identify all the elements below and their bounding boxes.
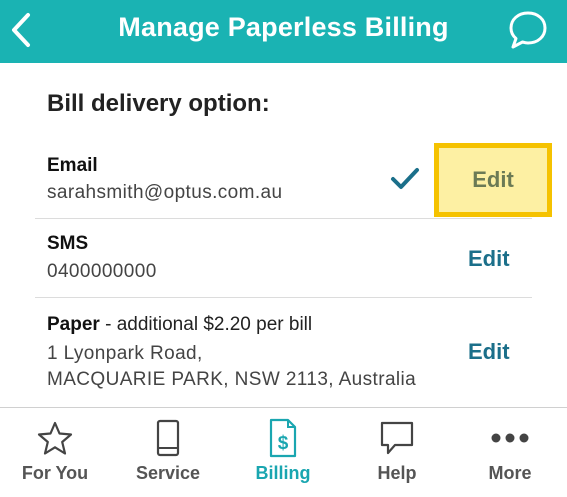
sms-option-title: SMS — [47, 233, 89, 254]
more-dots-icon — [491, 433, 529, 443]
section-title: Bill delivery option: — [47, 90, 270, 117]
nav-label-help: Help — [377, 463, 417, 483]
nav-label-for-you: For You — [21, 463, 89, 483]
paper-title-label: Paper — [47, 314, 100, 335]
paper-address-line2: MACQUARIE PARK, NSW 2113, Australia — [47, 369, 417, 390]
page-title: Manage Paperless Billing — [118, 12, 449, 42]
bill-dollar-icon: $ — [269, 418, 297, 458]
star-icon — [37, 421, 73, 455]
paper-option-row: Paper - additional $2.20 per bill 1 Lyon… — [35, 298, 532, 398]
nav-item-service[interactable]: Service — [113, 408, 223, 497]
help-bubble-icon — [380, 421, 414, 455]
paper-option-title: Paper - additional $2.20 per bill — [47, 314, 312, 336]
sms-number: 0400000000 — [47, 261, 157, 282]
nav-label-billing: Billing — [255, 463, 311, 483]
email-option-title: Email — [47, 155, 98, 176]
email-edit-button[interactable]: Edit — [434, 143, 552, 217]
paper-edit-button[interactable]: Edit — [468, 339, 510, 365]
checkmark-icon — [391, 168, 419, 189]
bottom-nav: For You Service $ Billing Help More — [0, 407, 567, 497]
nav-label-more: More — [488, 463, 532, 483]
phone-icon — [156, 419, 180, 457]
chat-bubble-icon — [509, 11, 547, 49]
app-header: Manage Paperless Billing — [0, 0, 567, 63]
nav-item-billing[interactable]: $ Billing — [228, 408, 338, 497]
email-edit-label: Edit — [472, 167, 514, 192]
sms-option-row: SMS 0400000000 Edit — [35, 219, 532, 298]
nav-label-service: Service — [135, 463, 201, 483]
paper-fee-note: - additional $2.20 per bill — [99, 314, 313, 335]
chat-button[interactable] — [505, 7, 551, 53]
nav-item-for-you[interactable]: For You — [0, 408, 110, 497]
sms-edit-button[interactable]: Edit — [468, 246, 510, 272]
paper-address-line1: 1 Lyonpark Road, — [47, 343, 203, 364]
nav-item-more[interactable]: More — [455, 408, 565, 497]
svg-text:$: $ — [278, 433, 289, 454]
nav-item-help[interactable]: Help — [342, 408, 452, 497]
email-address: sarahsmith@optus.com.au — [47, 182, 283, 203]
